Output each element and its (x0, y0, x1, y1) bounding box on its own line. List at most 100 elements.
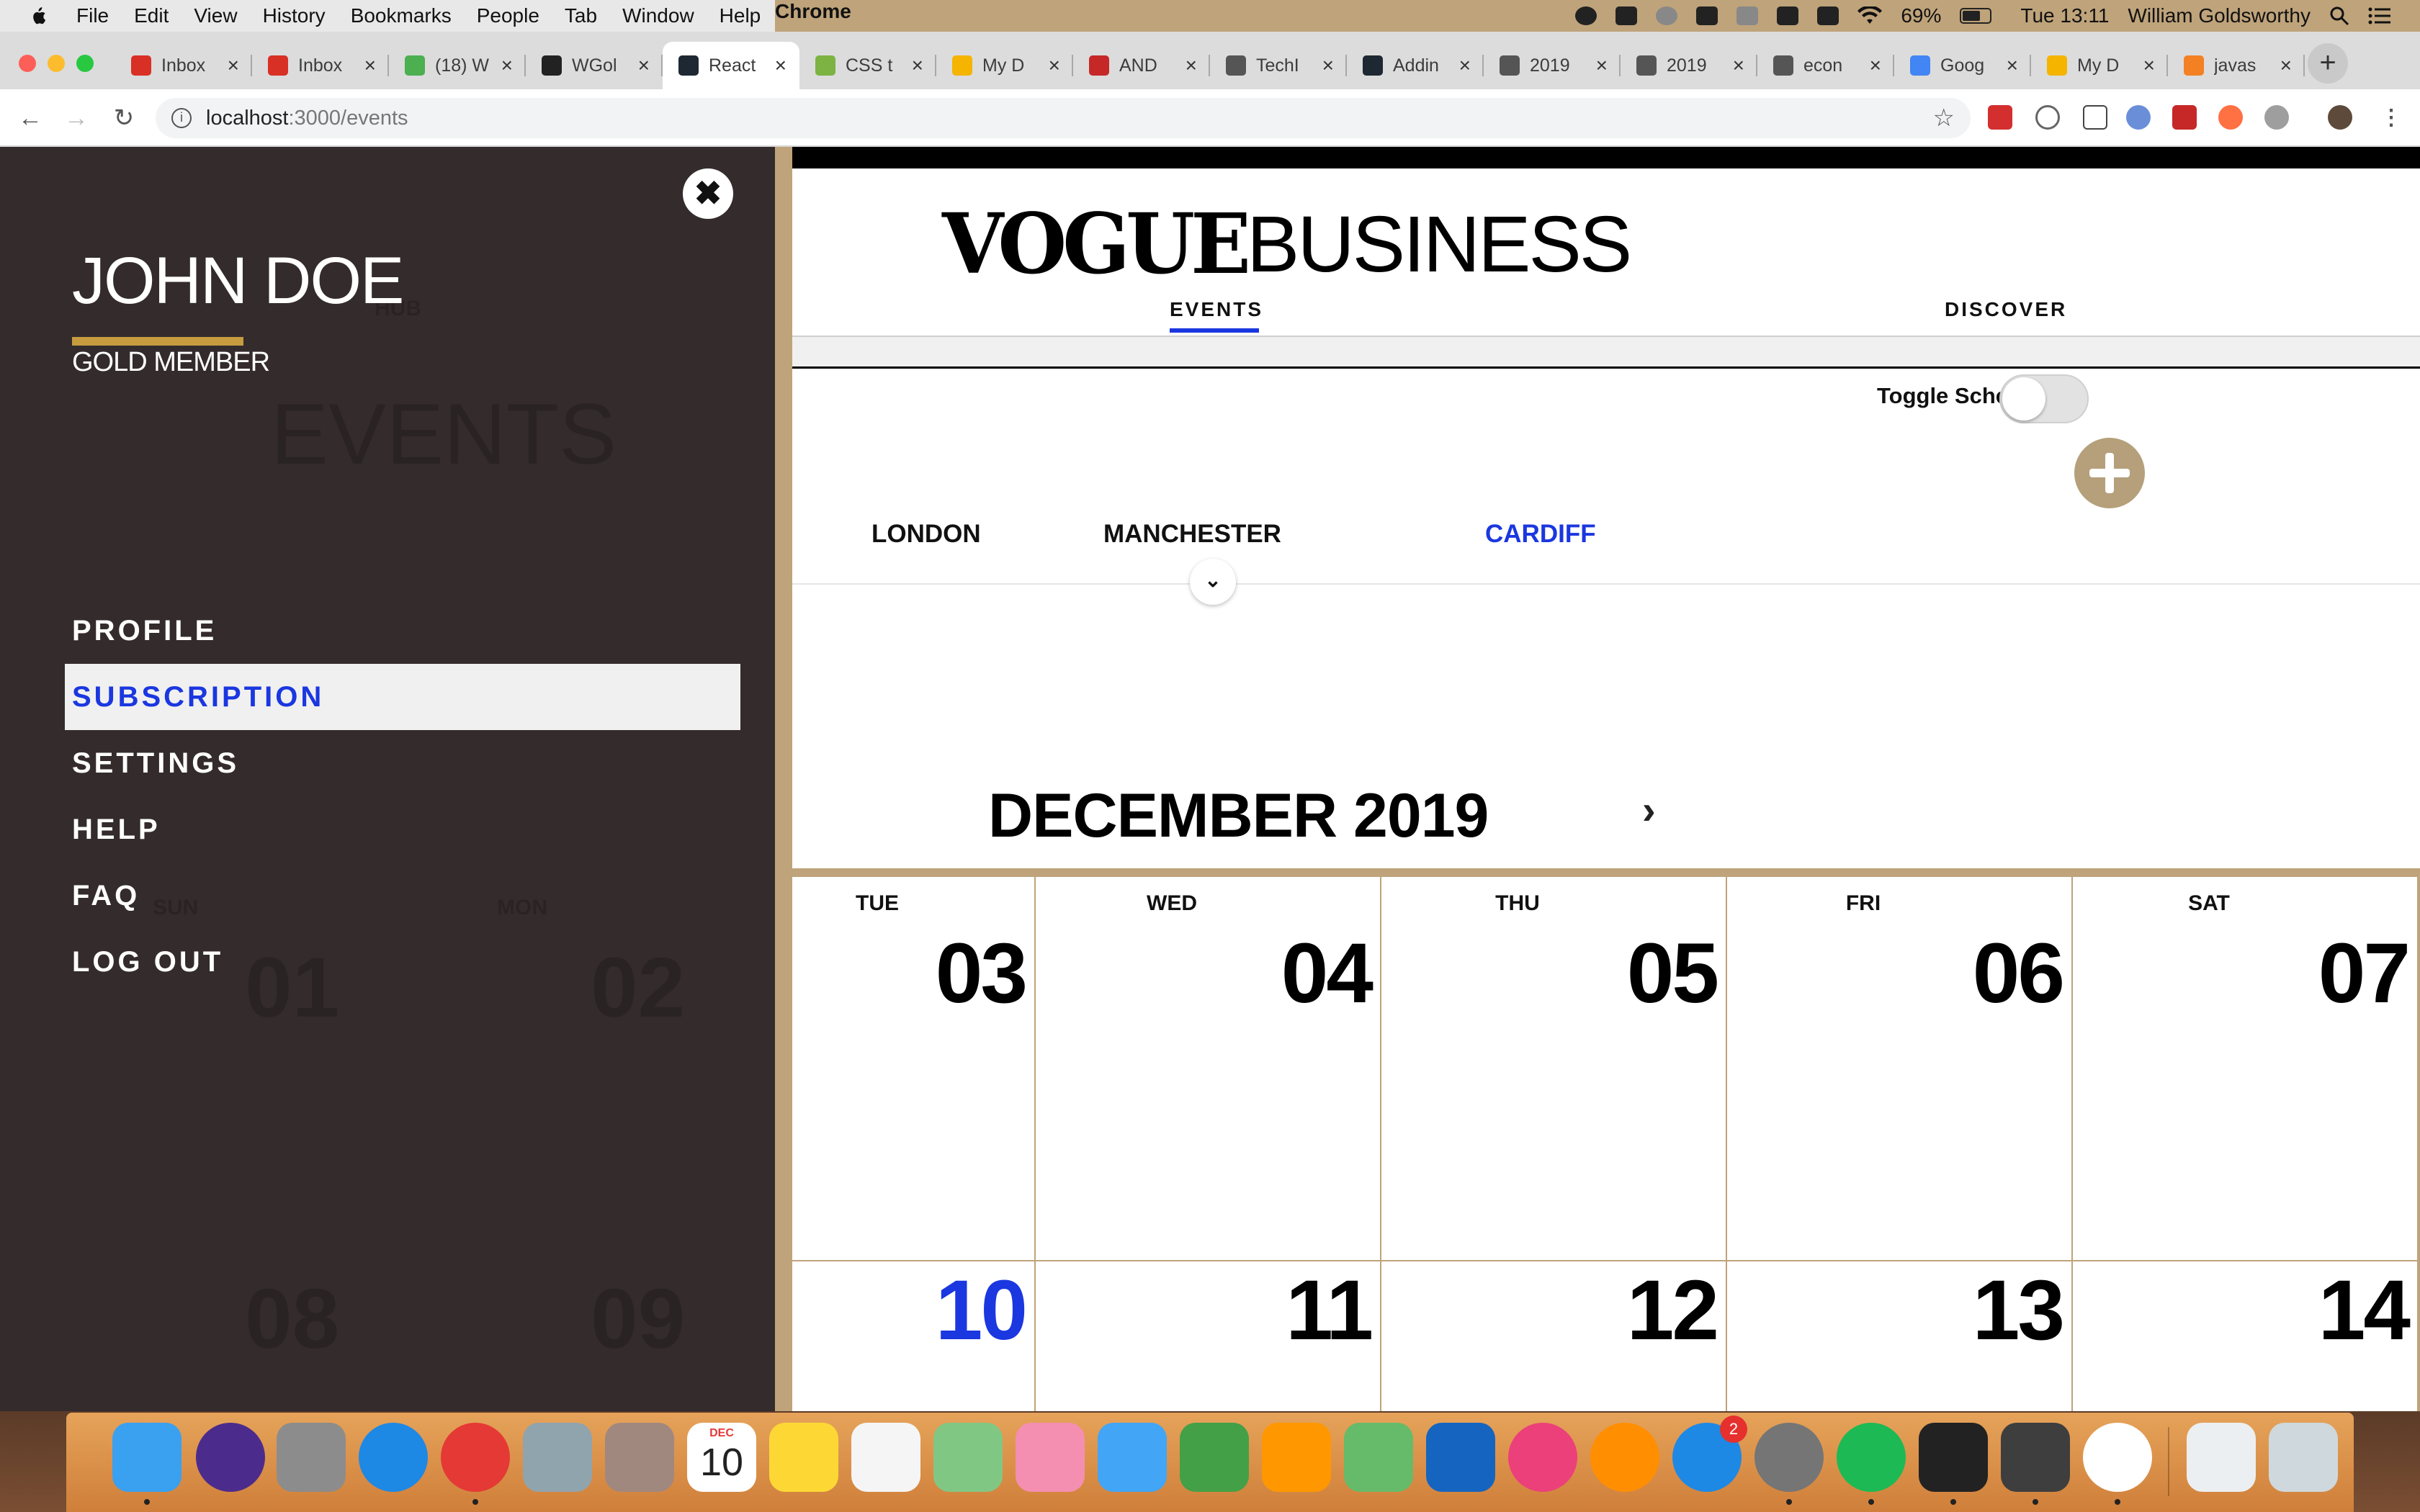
launchpad-icon[interactable] (277, 1423, 346, 1492)
back-button[interactable]: ← (14, 102, 46, 134)
tab-close-icon[interactable]: × (1322, 54, 1334, 77)
tab-close-icon[interactable]: × (1870, 54, 1881, 77)
vogue-business-logo[interactable]: VOGUEBUSINESS (942, 195, 1632, 292)
browser-tab[interactable]: (18) W × (389, 42, 526, 89)
new-tab-button[interactable]: + (2308, 43, 2348, 84)
calendar-day-cell[interactable]: 13 (1727, 1261, 2071, 1411)
drawer-menu-item-settings[interactable]: SETTINGS (65, 730, 740, 796)
sync-icon[interactable] (1656, 6, 1678, 25)
spotlight-search-icon[interactable] (2329, 6, 2349, 26)
city-london[interactable]: LONDON (871, 520, 981, 549)
tab-close-icon[interactable]: × (1459, 54, 1471, 77)
browser-tab[interactable]: econ × (1757, 42, 1894, 89)
menu-file[interactable]: File (76, 4, 109, 27)
cors-extension-icon[interactable] (1988, 105, 2012, 130)
calendar-day-cell[interactable]: WED 04 (1036, 877, 1380, 1260)
drawer-menu-item-log-out[interactable]: LOG OUT (65, 929, 740, 995)
browser-tab[interactable]: Inbox × (115, 42, 252, 89)
app-store-icon[interactable]: 2 (1672, 1416, 1747, 1492)
toggle-scheduler-switch[interactable] (1999, 374, 2089, 423)
numbers-icon[interactable] (1344, 1423, 1413, 1492)
tab-close-icon[interactable]: × (1733, 54, 1744, 77)
notefile-icon[interactable] (605, 1423, 674, 1492)
safari-icon[interactable] (359, 1423, 428, 1492)
browser-tab[interactable]: WGol × (526, 42, 663, 89)
browser-tab[interactable]: Addin × (1347, 42, 1484, 89)
user-name[interactable]: William Goldsworthy (2128, 4, 2311, 27)
address-bar[interactable]: i localhost:3000/events ☆ (156, 98, 1971, 138)
browser-tab[interactable]: 2019 × (1621, 42, 1757, 89)
nav-events-tab[interactable]: EVENTS (1170, 298, 1261, 321)
tab-close-icon[interactable]: × (2007, 54, 2018, 77)
menu-edit[interactable]: Edit (134, 4, 169, 27)
reminders-icon[interactable] (851, 1423, 920, 1492)
tab-close-icon[interactable]: × (1596, 54, 1608, 77)
browser-tab[interactable]: javas × (2168, 42, 2305, 89)
calendar-day-cell[interactable]: 12 (1381, 1261, 1726, 1411)
browser-tab[interactable]: Goog × (1894, 42, 2031, 89)
archive-utility-icon[interactable] (2187, 1423, 2256, 1492)
p-app-icon[interactable] (1696, 6, 1718, 25)
h-app-icon[interactable] (1777, 6, 1799, 25)
reload-button[interactable]: ↻ (108, 102, 140, 134)
extension-gray-icon[interactable] (2264, 105, 2289, 130)
browser-tab[interactable]: AND × (1073, 42, 1210, 89)
extension-infinity-icon[interactable] (2218, 105, 2243, 130)
json-extension-icon[interactable] (2083, 105, 2107, 130)
notes-icon[interactable] (769, 1423, 838, 1492)
terminal-icon[interactable] (1919, 1423, 1988, 1492)
tab-close-icon[interactable]: × (2280, 54, 2292, 77)
city-manchester[interactable]: MANCHESTER (1103, 520, 1281, 549)
forward-button[interactable]: → (60, 102, 92, 134)
pages-icon[interactable] (1262, 1423, 1331, 1492)
browser-tab[interactable]: 2019 × (1484, 42, 1621, 89)
apple-icon[interactable] (30, 6, 46, 25)
calendar-day-cell[interactable]: THU 05 (1381, 877, 1726, 1260)
drawer-menu-item-faq[interactable]: FAQ (65, 863, 740, 929)
add-event-button[interactable] (2074, 438, 2145, 508)
keynote-icon[interactable] (1426, 1423, 1495, 1492)
window-minimize-button[interactable] (48, 55, 65, 72)
browser-tab[interactable]: TechI × (1210, 42, 1347, 89)
calendar-day-cell[interactable]: 11 (1036, 1261, 1380, 1411)
docker-icon[interactable] (1615, 6, 1638, 25)
menu-view[interactable]: View (194, 4, 237, 27)
menu-help[interactable]: Help (720, 4, 761, 27)
upload-icon[interactable] (1736, 6, 1759, 25)
browser-tab[interactable]: React × (663, 42, 799, 89)
sublime-text-icon[interactable] (2001, 1423, 2070, 1492)
s-app-icon[interactable] (1817, 6, 1839, 25)
address-url[interactable]: localhost:3000/events (206, 107, 408, 130)
music-icon[interactable] (1508, 1423, 1577, 1492)
city-cardiff[interactable]: CARDIFF (1485, 520, 1596, 549)
drawer-menu-item-help[interactable]: HELP (65, 796, 740, 863)
system-preferences-icon[interactable] (1754, 1423, 1824, 1492)
mail-icon[interactable] (523, 1423, 592, 1492)
calendar-day-cell[interactable]: SAT 07 (2073, 877, 2417, 1260)
window-zoom-button[interactable] (76, 55, 94, 72)
tab-close-icon[interactable]: × (912, 54, 923, 77)
spotify-icon[interactable] (1837, 1423, 1906, 1492)
slack-icon[interactable] (2083, 1423, 2152, 1492)
tab-close-icon[interactable]: × (1049, 54, 1060, 77)
browser-tab[interactable]: Inbox × (252, 42, 389, 89)
chevron-down-icon[interactable]: ⌄ (1190, 559, 1236, 605)
extension-circle-icon[interactable] (2035, 105, 2060, 130)
chrome-menu-icon[interactable]: ⋮ (2375, 102, 2407, 134)
bookmark-star-icon[interactable]: ☆ (1933, 104, 1955, 132)
tab-close-icon[interactable]: × (775, 54, 786, 77)
next-month-icon[interactable]: › (1642, 786, 1656, 833)
clock[interactable]: Tue 13:11 (2020, 4, 2109, 27)
photos-icon[interactable] (1016, 1423, 1085, 1492)
calendar-day-cell[interactable]: TUE 03 (792, 877, 1034, 1260)
calendar-icon[interactable]: DEC 10 (687, 1423, 756, 1492)
browser-tab[interactable]: My D × (2031, 42, 2168, 89)
extension-red-icon[interactable] (2172, 105, 2197, 130)
messages-icon[interactable] (1098, 1423, 1167, 1492)
site-info-icon[interactable]: i (171, 108, 192, 128)
wifi-icon[interactable] (1857, 6, 1883, 25)
nav-discover-tab[interactable]: DISCOVER (1945, 298, 2067, 321)
trash-icon[interactable] (2269, 1423, 2338, 1492)
tab-close-icon[interactable]: × (364, 54, 376, 77)
creative-cloud-icon[interactable] (1575, 6, 1597, 25)
